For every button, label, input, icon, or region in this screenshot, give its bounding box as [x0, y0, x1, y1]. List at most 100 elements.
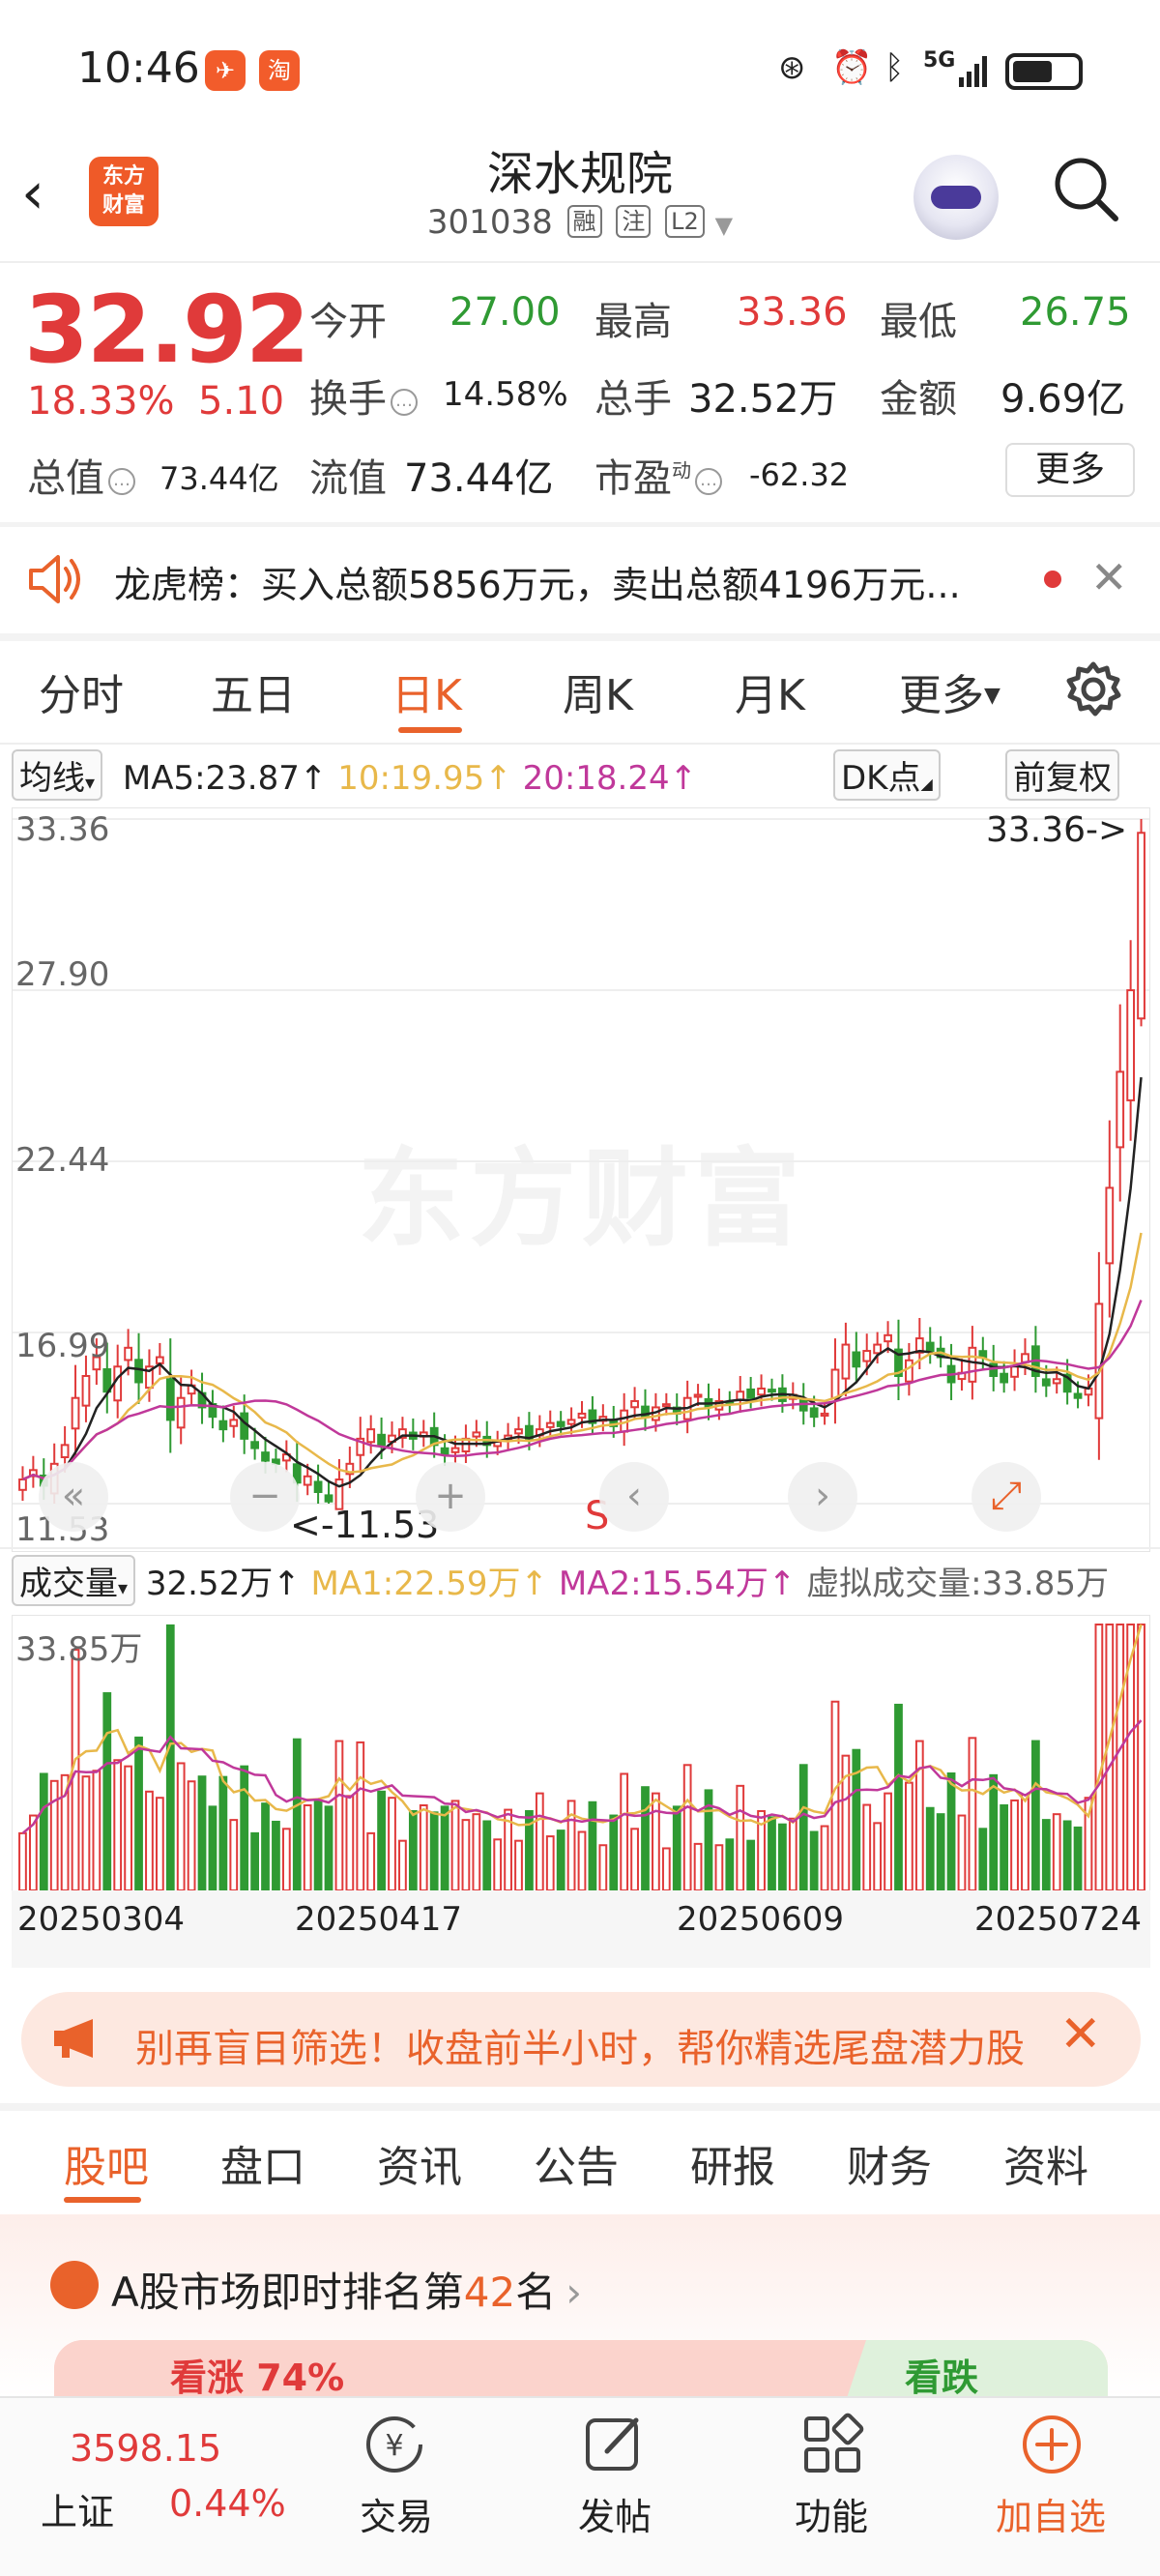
- ma5-value: MA5:23.87: [122, 759, 300, 798]
- volume-bar: [588, 1800, 597, 1892]
- gear-icon[interactable]: [1063, 659, 1123, 719]
- candle-body: [1126, 989, 1136, 1101]
- candle-body: [313, 1480, 323, 1494]
- trade-label[interactable]: 交易: [360, 2487, 433, 2540]
- dragon-tiger-text[interactable]: 龙虎榜：买入总额5856万元，卖出总额4196万元...: [114, 555, 961, 608]
- tab-announcements[interactable]: 公告: [534, 2132, 619, 2194]
- candle-body: [324, 1494, 334, 1503]
- compose-icon[interactable]: [582, 2413, 646, 2476]
- zoom-in-icon[interactable]: +: [416, 1462, 485, 1532]
- tab-day-k[interactable]: 日K: [392, 660, 462, 722]
- close-icon[interactable]: ✕: [1090, 551, 1128, 603]
- volume-bar: [313, 1799, 323, 1891]
- promo-text[interactable]: 别再盲目筛选！收盘前半小时，帮你精选尾盘潜力股: [135, 2017, 1054, 2073]
- volume-bar: [1052, 1813, 1061, 1892]
- bullish-label: 看涨 74%: [170, 2356, 345, 2398]
- tab-order-book[interactable]: 盘口: [220, 2132, 305, 2194]
- next-icon[interactable]: ›: [788, 1462, 857, 1532]
- add-watchlist-icon[interactable]: [1020, 2413, 1084, 2476]
- candle-body: [630, 1399, 639, 1409]
- volume-bar: [946, 1772, 956, 1891]
- candle-body: [250, 1441, 259, 1449]
- function-label[interactable]: 功能: [795, 2487, 868, 2540]
- more-button[interactable]: 更多: [1005, 443, 1135, 497]
- sentiment-bar[interactable]: 看涨 74% 看跌: [54, 2340, 1108, 2398]
- tab-week-k[interactable]: 周K: [563, 660, 633, 722]
- candle-body: [1010, 1365, 1019, 1378]
- fullscreen-icon[interactable]: ⤢: [972, 1462, 1041, 1532]
- index-change[interactable]: 0.44%: [169, 2482, 286, 2525]
- divider: [0, 2103, 1160, 2111]
- grid-icon[interactable]: [800, 2413, 864, 2476]
- volume-selector[interactable]: 成交量▾: [12, 1555, 136, 1606]
- scroll-left-icon[interactable]: «: [39, 1462, 108, 1532]
- volume-bar: [693, 1842, 703, 1891]
- volume-bar: [820, 1825, 829, 1892]
- tab-month-k[interactable]: 月K: [735, 660, 805, 722]
- tab-five-day[interactable]: 五日: [211, 660, 296, 722]
- volume-bar: [334, 1740, 344, 1891]
- search-icon[interactable]: [1052, 155, 1119, 222]
- y-label: 27.90: [15, 955, 110, 994]
- tab-intraday[interactable]: 分时: [39, 660, 124, 722]
- add-watchlist-label[interactable]: 加自选: [996, 2487, 1106, 2540]
- candle-body: [768, 1389, 776, 1393]
- index-name[interactable]: 上证: [41, 2482, 114, 2535]
- candle-body: [556, 1420, 566, 1427]
- candle-body: [1137, 832, 1146, 1020]
- volume-bar: [914, 1740, 924, 1891]
- candle-body: [1105, 1186, 1115, 1265]
- candle-body: [841, 1343, 851, 1380]
- volume-bar: [155, 1797, 164, 1891]
- forward-adjust-button[interactable]: 前复权: [1005, 749, 1119, 801]
- tab-financials[interactable]: 财务: [847, 2132, 932, 2194]
- x-label: 20250609: [677, 1900, 845, 1939]
- candle-body: [18, 1478, 27, 1491]
- volume-bar: [482, 1820, 492, 1891]
- candle-body: [514, 1428, 523, 1435]
- candle-body: [176, 1396, 186, 1429]
- candle-body: [165, 1378, 175, 1421]
- tab-more[interactable]: 更多▼: [899, 660, 1000, 722]
- volume-chart[interactable]: [12, 1615, 1150, 1895]
- y-label: 16.99: [15, 1327, 110, 1365]
- high-value: 33.36: [737, 290, 848, 335]
- volume-bar: [229, 1819, 239, 1891]
- volume-bar: [1137, 1624, 1146, 1891]
- zoom-out-icon[interactable]: −: [230, 1462, 300, 1532]
- volume-bar: [292, 1738, 302, 1891]
- volume-bar: [419, 1804, 428, 1891]
- chart-frame: [12, 807, 1150, 1552]
- robot-assistant-icon[interactable]: [914, 155, 999, 240]
- tab-profile[interactable]: 资料: [1003, 2132, 1088, 2194]
- ma-selector[interactable]: 均线▾: [12, 749, 103, 801]
- volume-bar: [440, 1805, 450, 1891]
- volume-bar: [661, 1847, 671, 1891]
- index-value[interactable]: 3598.15: [70, 2427, 221, 2470]
- volume-bar: [218, 1775, 228, 1892]
- close-icon[interactable]: ✕: [1059, 2005, 1102, 2064]
- tab-news[interactable]: 资讯: [377, 2132, 462, 2194]
- float-cap-value: 73.44亿: [404, 456, 554, 501]
- prev-icon[interactable]: ‹: [599, 1462, 669, 1532]
- tab-forum[interactable]: 股吧: [64, 2132, 149, 2194]
- volume-max-label: 33.85万: [15, 1630, 143, 1669]
- candlestick-chart[interactable]: [12, 807, 1150, 1552]
- tab-research[interactable]: 研报: [690, 2132, 775, 2194]
- volume-bar: [208, 1805, 218, 1891]
- candle-body: [830, 1368, 840, 1400]
- chevron-right-icon: ›: [566, 2269, 582, 2316]
- volume-bar: [345, 1795, 355, 1891]
- post-label[interactable]: 发帖: [578, 2487, 652, 2540]
- ranking-text[interactable]: A股市场即时排名第42名 ›: [111, 2260, 582, 2319]
- dk-points-button[interactable]: DK点◢: [833, 749, 941, 801]
- turnover-value: 14.58%: [443, 375, 568, 414]
- candle-body: [978, 1350, 988, 1359]
- megaphone-icon: [54, 2019, 93, 2058]
- candle-body: [852, 1351, 861, 1368]
- volume-bar: [862, 1803, 872, 1892]
- nfc-icon: ⊛: [778, 48, 806, 87]
- volume-bar: [598, 1844, 608, 1891]
- trade-icon[interactable]: ¥: [362, 2413, 426, 2476]
- volume-bar: [1000, 1804, 1009, 1891]
